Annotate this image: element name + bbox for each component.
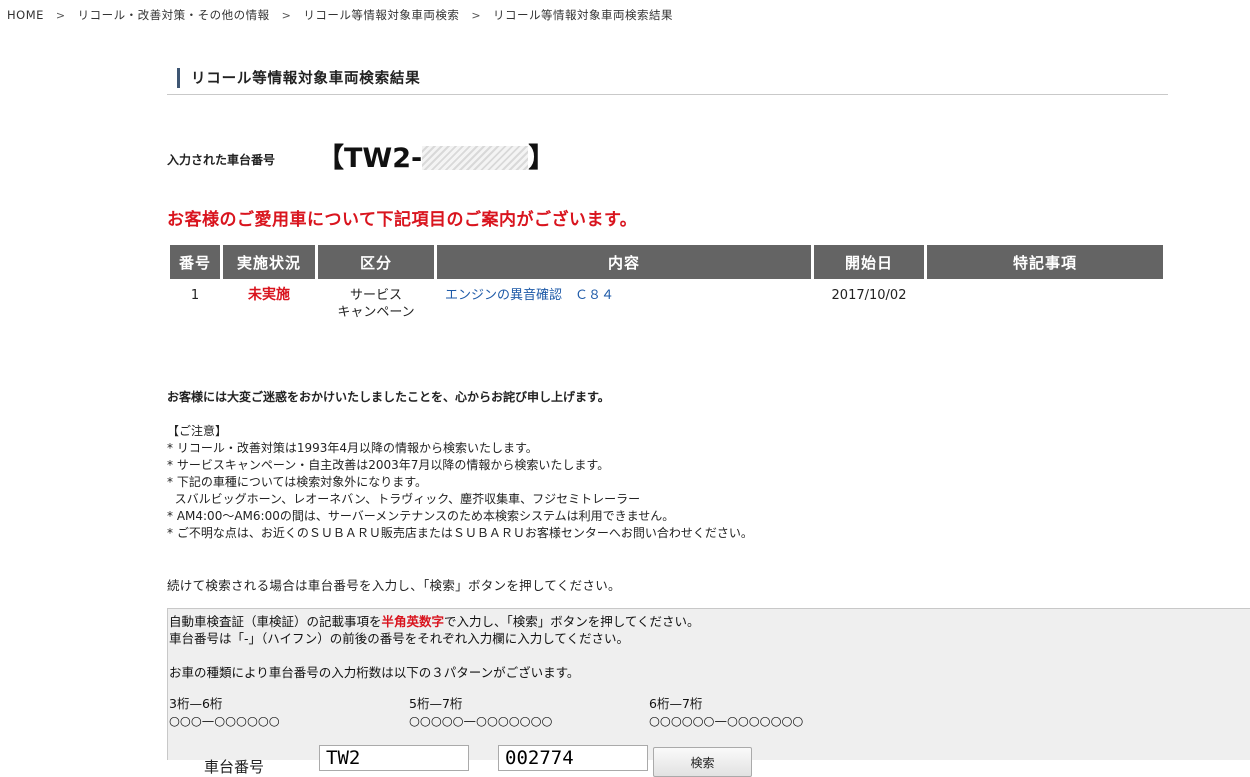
form-instruction-3: お車の種類により車台番号の入力桁数は以下の３パターンがございます。 bbox=[169, 665, 580, 680]
column-header-category: 区分 bbox=[318, 245, 434, 279]
page-title: リコール等情報対象車両検索結果 bbox=[191, 71, 421, 87]
entered-chassis-number: 入力された車台番号 【TW2- 】 bbox=[167, 136, 867, 176]
instruction-text: で入力し、「検索」ボタンを押してください。 bbox=[444, 614, 700, 629]
breadcrumb-recall-info[interactable]: リコール・改善対策・その他の情報 bbox=[78, 8, 270, 22]
breadcrumb-chevron-icon: > bbox=[55, 9, 66, 22]
chassis-number-input[interactable] bbox=[498, 745, 648, 771]
notes-line: * 下記の車種については検索対象外になります。 bbox=[167, 475, 428, 489]
search-button[interactable]: 検索 bbox=[653, 747, 752, 777]
notes-heading: 【ご注意】 bbox=[167, 424, 228, 438]
breadcrumb-vehicle-search[interactable]: リコール等情報対象車両検索 bbox=[303, 8, 459, 22]
notes-line: * サービスキャンペーン・自主改善は2003年7月以降の情報から検索いたします。 bbox=[167, 458, 610, 472]
breadcrumb-home[interactable]: HOME bbox=[7, 8, 44, 22]
chassis-field-label: 車台番号 bbox=[204, 758, 265, 776]
column-header-status: 実施状況 bbox=[223, 245, 315, 279]
pattern-label: 3桁—6桁 bbox=[169, 696, 223, 711]
pattern-example: ○○○—○○○○○○ bbox=[169, 713, 280, 728]
notes-line: * ご不明な点は、お近くのＳＵＢＡＲＵ販売店またはＳＵＢＡＲＵお客様センターへお… bbox=[167, 526, 753, 540]
cell-number: 1 bbox=[190, 288, 200, 303]
cell-category: サービスキャンペーン bbox=[318, 279, 434, 321]
search-form-row: 車台番号 検索 bbox=[168, 745, 1250, 777]
notes-line: スバルビッグホーン、レオーネバン、トラヴィック、塵芥収集車、フジセミトレーラー bbox=[167, 492, 641, 506]
notes-line: * AM4:00～AM6:00の間は、サーバーメンテナンスのため本検索システムは… bbox=[167, 509, 675, 523]
column-header-remarks: 特記事項 bbox=[927, 245, 1163, 279]
instruction-highlight: 半角英数字 bbox=[381, 614, 445, 629]
apology-text: お客様には大変ご迷惑をおかけいたしましたことを、心からお詫び申し上げます。 bbox=[167, 390, 610, 404]
recall-table: 番号 実施状況 区分 内容 開始日 特記事項 1 未実施 サービスキャンペーン … bbox=[167, 245, 1166, 321]
continue-search-text: 続けて検索される場合は車台番号を入力し、「検索」ボタンを押してください。 bbox=[167, 578, 621, 593]
notes-block: 【ご注意】 * リコール・改善対策は1993年4月以降の情報から検索いたします。… bbox=[167, 423, 753, 542]
form-instruction-2: 車台番号は「-」（ハイフン）の前後の番号をそれぞれ入力欄に入力してください。 bbox=[169, 631, 630, 646]
table-row: 1 未実施 サービスキャンペーン エンジンの異音確認 Ｃ８４ 2017/10/0… bbox=[170, 279, 1163, 321]
cell-content: エンジンの異音確認 Ｃ８４ bbox=[437, 279, 811, 321]
pattern-1: 3桁—6桁 ○○○—○○○○○○ bbox=[169, 695, 280, 729]
breadcrumb-current: リコール等情報対象車両検索結果 bbox=[493, 8, 674, 22]
column-header-start-date: 開始日 bbox=[814, 245, 924, 279]
bracket-close: 】 bbox=[528, 143, 556, 174]
masked-number bbox=[422, 146, 529, 170]
cell-status: 未実施 bbox=[248, 287, 290, 303]
search-form-panel: 自動車検査証（車検証）の記載事項を半角英数字で入力し、「検索」ボタンを押してくだ… bbox=[167, 608, 1250, 777]
breadcrumb-chevron-icon: > bbox=[281, 9, 292, 22]
chassis-number-value: 【TW2- 】 bbox=[317, 136, 555, 175]
instruction-text: 自動車検査証（車検証）の記載事項を bbox=[169, 614, 382, 629]
pattern-label: 5桁—7桁 bbox=[409, 696, 463, 711]
cell-remarks bbox=[927, 279, 1163, 321]
pattern-3: 6桁—7桁 ○○○○○○—○○○○○○○ bbox=[649, 695, 803, 729]
pattern-2: 5桁—7桁 ○○○○○—○○○○○○○ bbox=[409, 695, 552, 729]
chassis-number-label: 入力された車台番号 bbox=[167, 153, 276, 167]
category-line-2: キャンペーン bbox=[337, 305, 415, 320]
column-header-number: 番号 bbox=[170, 245, 220, 279]
heading-accent-bar bbox=[177, 68, 180, 88]
table-header-row: 番号 実施状況 区分 内容 開始日 特記事項 bbox=[170, 245, 1163, 279]
category-line-1: サービス bbox=[349, 288, 402, 303]
breadcrumb: HOME > リコール・改善対策・その他の情報 > リコール等情報対象車両検索 > リコール… bbox=[7, 7, 673, 23]
content-link[interactable]: エンジンの異音確認 Ｃ８４ bbox=[445, 288, 614, 303]
cell-start-date: 2017/10/02 bbox=[831, 288, 907, 303]
pattern-label: 6桁—7桁 bbox=[649, 696, 703, 711]
notice-message: お客様のご愛用車について下記項目のご案内がございます。 bbox=[167, 210, 638, 230]
bracket-open: 【 bbox=[317, 143, 344, 174]
notes-line: * リコール・改善対策は1993年4月以降の情報から検索いたします。 bbox=[167, 441, 538, 455]
chassis-prefix-input[interactable] bbox=[319, 745, 469, 771]
pattern-example: ○○○○○○—○○○○○○○ bbox=[649, 713, 804, 728]
column-header-content: 内容 bbox=[437, 245, 811, 279]
chassis-prefix: TW2- bbox=[344, 143, 423, 174]
pattern-example: ○○○○○—○○○○○○○ bbox=[409, 713, 553, 728]
breadcrumb-chevron-icon: > bbox=[471, 9, 482, 22]
page-heading: リコール等情報対象車両検索結果 bbox=[167, 62, 1168, 95]
